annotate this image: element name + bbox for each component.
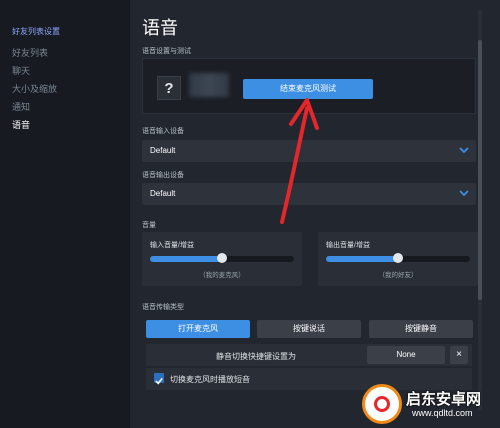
sidebar: 好友列表设置 好友列表 聊天 大小及缩放 通知 语音 bbox=[0, 0, 130, 428]
test-section-label: 语音设置与测试 bbox=[142, 48, 191, 55]
output-device-value: Default bbox=[150, 189, 176, 198]
watermark-url: www.qdltd.com bbox=[412, 408, 473, 418]
sidebar-item-size-scaling[interactable]: 大小及缩放 bbox=[12, 82, 57, 95]
sidebar-title: 好友列表设置 bbox=[12, 27, 60, 36]
input-volume-panel: 输入音量/增益 （我的麦克风） bbox=[142, 232, 302, 286]
avatar: ? bbox=[157, 76, 181, 100]
output-volume-label: 输出音量/增益 bbox=[326, 242, 370, 249]
tab-open-mic[interactable]: 打开麦克风 bbox=[146, 320, 250, 338]
output-device-select[interactable]: Default bbox=[142, 183, 476, 205]
hotkey-value-button[interactable]: None bbox=[367, 346, 445, 364]
mute-hotkey-label: 静音切换快捷键设置为 bbox=[216, 352, 296, 361]
output-volume-sublabel: （我的好友） bbox=[378, 272, 418, 279]
input-volume-label: 输入音量/增益 bbox=[150, 242, 194, 249]
blurred-username bbox=[189, 73, 229, 97]
output-volume-slider[interactable] bbox=[326, 253, 470, 263]
sidebar-item-chat[interactable]: 聊天 bbox=[12, 64, 30, 77]
play-sound-checkbox-label: 切换麦克风时播放短音 bbox=[170, 375, 250, 384]
output-volume-panel: 输出音量/增益 （我的好友） bbox=[318, 232, 478, 286]
end-mic-test-button[interactable]: 结束麦克风测试 bbox=[243, 79, 373, 99]
transmission-section-label: 语音传输类型 bbox=[142, 304, 184, 311]
sidebar-item-voice[interactable]: 语音 bbox=[12, 118, 30, 131]
input-device-label: 语音输入设备 bbox=[142, 128, 184, 135]
output-volume-fill bbox=[326, 256, 398, 262]
input-device-select[interactable]: Default bbox=[142, 140, 476, 162]
tab-push-to-talk[interactable]: 按键说话 bbox=[257, 320, 361, 338]
mic-test-panel: ? 结束麦克风测试 bbox=[142, 58, 476, 114]
input-volume-fill bbox=[150, 256, 222, 262]
checkmark-icon bbox=[155, 377, 163, 385]
page-title: 语音 bbox=[142, 18, 178, 38]
scrollbar-thumb[interactable] bbox=[478, 40, 482, 300]
clear-hotkey-button[interactable]: × bbox=[450, 346, 468, 364]
input-volume-slider[interactable] bbox=[150, 253, 294, 263]
sidebar-item-notifications[interactable]: 通知 bbox=[12, 100, 30, 113]
scrollbar[interactable] bbox=[478, 10, 482, 410]
volume-section-label: 音量 bbox=[142, 222, 156, 229]
sidebar-item-friends-list[interactable]: 好友列表 bbox=[12, 46, 48, 59]
play-sound-checkbox[interactable] bbox=[154, 373, 164, 385]
watermark-title: 启东安卓网 bbox=[406, 391, 482, 408]
chevron-down-icon bbox=[459, 190, 469, 197]
input-volume-sublabel: （我的麦克风） bbox=[199, 272, 245, 279]
logo-icon bbox=[362, 384, 402, 424]
input-device-value: Default bbox=[150, 146, 176, 155]
chevron-down-icon bbox=[459, 147, 469, 154]
tab-push-to-mute[interactable]: 按键静音 bbox=[369, 320, 473, 338]
watermark-logo: 启东安卓网 www.qdltd.com bbox=[362, 382, 500, 428]
output-device-label: 语音输出设备 bbox=[142, 172, 184, 179]
output-volume-knob[interactable] bbox=[393, 253, 403, 263]
input-volume-knob[interactable] bbox=[217, 253, 227, 263]
